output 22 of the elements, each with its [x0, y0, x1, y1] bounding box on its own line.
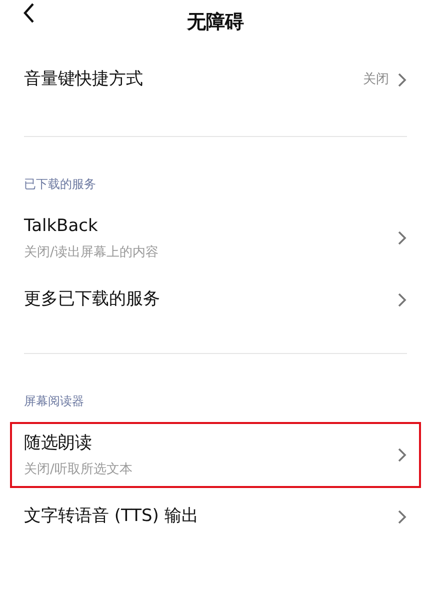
item-label: TalkBack — [24, 215, 99, 238]
settings-item[interactable]: 更多已下载的服务 — [24, 269, 407, 331]
chevron-right-icon — [397, 509, 407, 525]
item-label: 随选朗读 — [24, 432, 93, 455]
page-title: 无障碍 — [187, 10, 244, 35]
section-heading: 已下载的服务 — [24, 177, 96, 191]
item-label: 音量键快捷方式 — [24, 68, 144, 92]
item-subtitle: 关闭/读出屏幕上的内容 — [24, 244, 160, 262]
item-label: 更多已下载的服务 — [24, 288, 161, 312]
item-subtitle: 关闭/听取所选文本 — [24, 460, 134, 478]
settings-item[interactable]: TalkBack 关闭/读出屏幕上的内容 — [24, 207, 407, 269]
section-heading: 屏幕阅读器 — [24, 394, 84, 408]
chevron-right-icon — [397, 230, 407, 246]
item-label: 文字转语音 (TTS) 输出 — [24, 505, 200, 528]
settings-item[interactable]: 文字转语音 (TTS) 输出 — [24, 486, 407, 548]
item-value: 关闭 — [363, 71, 389, 90]
chevron-right-icon — [397, 292, 407, 308]
chevron-right-icon — [397, 72, 407, 88]
highlighted-settings-item[interactable]: 随选朗读 关闭/听取所选文本 — [12, 424, 419, 486]
back-icon[interactable] — [22, 2, 36, 24]
chevron-right-icon — [397, 447, 407, 463]
settings-item[interactable]: 音量键快捷方式 关闭 — [24, 52, 407, 108]
